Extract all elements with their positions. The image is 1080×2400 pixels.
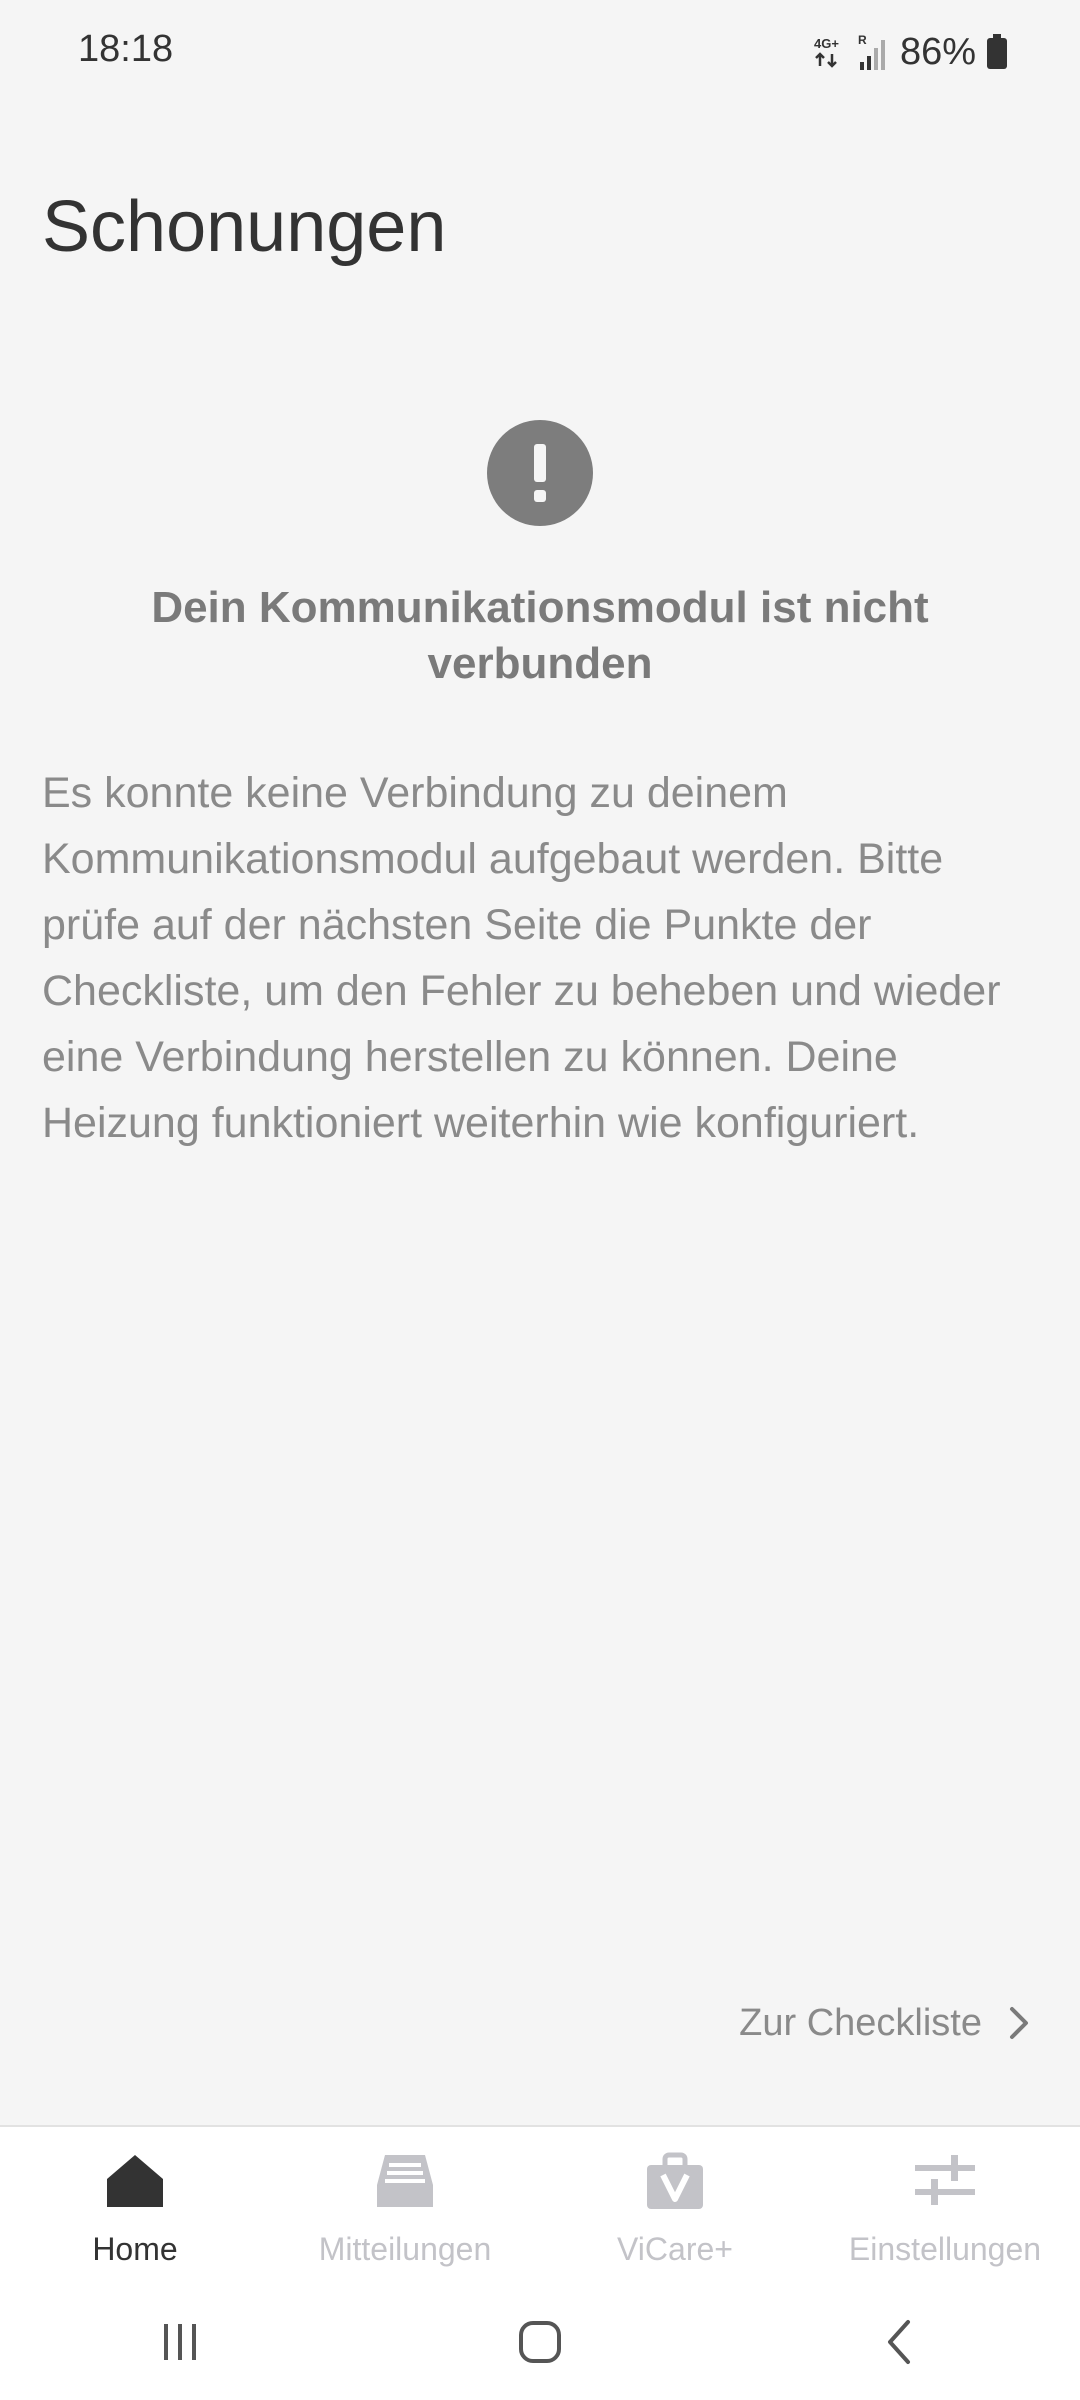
nav-item-einstellungen[interactable]: Einstellungen [810, 2127, 1080, 2285]
status-time: 18:18 [78, 28, 174, 70]
svg-text:R: R [858, 33, 867, 47]
nav-label-home: Home [92, 2231, 178, 2267]
battery-level: 86% [899, 30, 976, 73]
bottom-navigation: Home Mitteilungen ViCare+ Einstellungen [0, 2125, 1080, 2285]
network-4g-icon: 4G+ [814, 36, 839, 68]
back-chevron-icon [888, 2319, 910, 2364]
recent-apps-icon [164, 2323, 196, 2360]
checklist-link-label: Zur Checkliste [739, 2001, 982, 2044]
shopping-bag-icon [647, 2152, 703, 2209]
nav-item-vicare-plus[interactable]: ViCare+ [540, 2127, 810, 2285]
nav-item-mitteilungen[interactable]: Mitteilungen [270, 2127, 540, 2285]
chevron-right-icon [1010, 2007, 1028, 2039]
page-title: Schonungen [42, 187, 447, 267]
nav-label-mitteilungen: Mitteilungen [318, 2231, 492, 2267]
error-title: Dein Kommunikationsmodul ist nicht verbu… [151, 583, 929, 688]
nav-label-vicare-plus: ViCare+ [617, 2231, 733, 2267]
exclamation-icon [487, 420, 593, 526]
error-description: Es konnte keine Verbindung zu deinem Kom… [42, 769, 1001, 1147]
status-bar: 18:18 4G+ R 86% [0, 0, 1080, 105]
sliders-icon [915, 2155, 975, 2205]
home-icon [107, 2155, 163, 2207]
checklist-link[interactable]: Zur Checkliste [739, 1993, 1030, 2053]
battery-icon [987, 34, 1007, 69]
nav-item-home[interactable]: Home [0, 2127, 270, 2285]
signal-icon: R [858, 33, 885, 70]
home-square-icon [519, 2320, 561, 2363]
svg-text:4G+: 4G+ [814, 36, 839, 51]
nav-label-einstellungen: Einstellungen [848, 2231, 1042, 2267]
home-system-button[interactable] [500, 2302, 580, 2382]
system-navigation-bar [0, 2283, 1080, 2400]
back-button[interactable] [860, 2302, 940, 2382]
inbox-icon [377, 2155, 433, 2207]
status-indicators: 4G+ R 86% [814, 24, 1008, 80]
recent-apps-button[interactable] [140, 2302, 220, 2382]
